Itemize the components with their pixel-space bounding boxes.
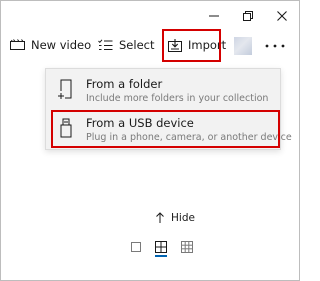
account-avatar[interactable]	[234, 37, 252, 55]
close-button[interactable]	[265, 1, 299, 31]
folder-add-icon	[58, 79, 72, 99]
medium-grid-view-button[interactable]	[154, 241, 168, 261]
selected-view-indicator	[155, 255, 167, 257]
single-view-icon	[131, 242, 141, 252]
select-label: Select	[119, 38, 155, 52]
restore-icon	[243, 11, 253, 21]
import-menu: From a folder Include more folders in yo…	[45, 68, 292, 150]
import-icon	[168, 38, 182, 52]
new-video-icon	[10, 38, 25, 50]
import-label: Import	[188, 38, 227, 52]
menu-item-title: From a folder	[86, 77, 163, 91]
import-button[interactable]: Import	[168, 31, 226, 59]
photos-app-window: New video Select Import From a folder In…	[0, 0, 300, 281]
new-video-button[interactable]: New video	[10, 31, 91, 59]
restore-button[interactable]	[231, 1, 265, 31]
small-grid-icon	[181, 241, 193, 253]
title-bar-controls	[197, 1, 299, 31]
menu-item-title: From a USB device	[86, 116, 194, 130]
menu-item-subtitle: Plug in a phone, camera, or another devi…	[86, 132, 292, 143]
medium-grid-icon	[155, 241, 167, 253]
arrow-up-icon	[156, 212, 164, 223]
hide-button[interactable]: Hide	[155, 211, 195, 225]
menu-item-subtitle: Include more folders in your collection	[86, 93, 269, 104]
select-button[interactable]: Select	[98, 31, 154, 59]
usb-icon	[60, 118, 72, 138]
command-toolbar: New video Select Import	[1, 31, 299, 59]
hide-label: Hide	[171, 212, 195, 224]
close-icon	[277, 11, 287, 21]
single-view-button[interactable]	[129, 241, 143, 261]
menu-item-from-folder[interactable]: From a folder Include more folders in yo…	[46, 71, 280, 109]
new-video-label: New video	[31, 38, 92, 52]
minimize-icon	[209, 15, 219, 17]
more-icon	[265, 44, 285, 48]
more-options-button[interactable]	[262, 37, 288, 55]
minimize-button[interactable]	[197, 1, 231, 31]
view-mode-selector	[129, 241, 199, 261]
menu-item-from-usb[interactable]: From a USB device Plug in a phone, camer…	[46, 110, 292, 148]
small-grid-view-button[interactable]	[180, 241, 194, 261]
select-list-icon	[98, 39, 113, 50]
